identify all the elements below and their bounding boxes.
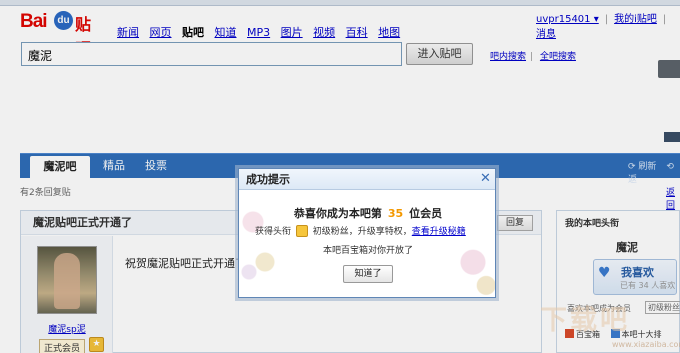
close-icon[interactable]: ✕ [480,171,491,187]
dialog-title-info: 获得头衔 初级粉丝，升级享特权，查看升级秘籍 [255,224,466,237]
dialog-treasure-text: 本吧百宝箱对你开放了 [322,246,413,256]
dialog-headline: 恭喜你成为本吧第 35 位会员 [239,205,497,221]
dialog-title: 成功提示 [239,169,495,190]
title-label: 获得头衔 [255,227,292,237]
watermark-text: 下载吧 [540,305,630,336]
success-dialog: 成功提示 ✕ 恭喜你成为本吧第 35 位会员 获得头衔 初级粉丝，升级享特权，查看升… [238,168,496,298]
medal-icon [295,225,308,237]
watermark-url: www.xiazaiba.com [612,340,680,349]
headline-prefix: 恭喜你成为本吧第 [293,207,382,220]
upgrade-guide-link[interactable]: 查看升级秘籍 [412,227,466,237]
headline-suffix: 位会员 [409,207,443,220]
member-number: 35 [387,207,404,220]
ok-button[interactable]: 知道了 [343,265,393,283]
title-info-text: 初级粉丝，升级享特权， [312,227,412,237]
site-watermark: 下载吧 www.xiazaiba.com [540,296,680,353]
